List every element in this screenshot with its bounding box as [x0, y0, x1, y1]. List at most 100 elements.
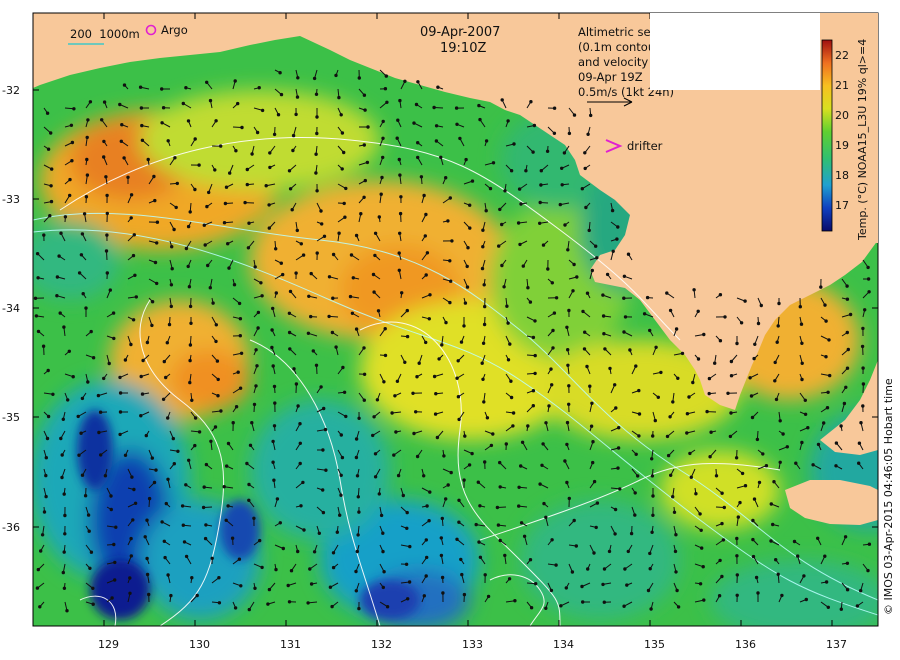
velocity-arrowhead	[566, 363, 570, 367]
velocity-arrowhead	[340, 167, 344, 171]
velocity-arrowhead	[434, 124, 439, 128]
velocity-arrowhead	[129, 554, 134, 558]
velocity-arrowhead	[538, 482, 542, 486]
velocity-arrowhead	[153, 198, 157, 203]
velocity-arrowhead	[702, 598, 706, 602]
velocity-arrowhead	[444, 176, 448, 180]
velocity-arrowhead	[61, 570, 65, 575]
velocity-arrowhead	[800, 440, 804, 445]
velocity-arrowhead	[551, 328, 555, 333]
velocity-arrowhead	[62, 492, 66, 496]
velocity-arrowhead	[271, 460, 275, 464]
velocity-arrowhead	[755, 437, 760, 442]
velocity-arrowhead	[146, 157, 150, 162]
velocity-arrowhead	[470, 179, 475, 183]
velocity-arrowhead	[483, 304, 487, 309]
velocity-arrowhead	[377, 215, 381, 219]
velocity-arrowhead	[867, 290, 871, 294]
velocity-arrowhead	[735, 554, 739, 558]
velocity-arrowhead	[439, 553, 444, 558]
velocity-arrowhead	[190, 576, 194, 580]
velocity-arrowhead	[197, 163, 201, 167]
velocity-arrowhead	[331, 296, 335, 300]
velocity-arrowhead	[287, 169, 292, 173]
velocity-arrowhead	[769, 502, 773, 506]
velocity-arrowhead	[35, 252, 40, 256]
velocity-arrowhead	[252, 402, 257, 407]
velocity-arrowhead	[234, 149, 238, 153]
lon-label: 131	[280, 638, 301, 651]
velocity-arrowhead	[193, 416, 198, 420]
velocity-arrowhead	[827, 338, 831, 342]
velocity-arrowhead	[398, 173, 402, 177]
velocity-arrowhead	[357, 606, 361, 611]
velocity-arrowhead	[80, 232, 85, 236]
velocity-arrowhead	[645, 295, 650, 300]
velocity-arrowhead	[85, 173, 90, 177]
velocity-arrowhead	[188, 380, 192, 385]
velocity-arrowhead	[584, 205, 588, 210]
velocity-arrowhead	[109, 507, 114, 512]
velocity-arrowhead	[255, 364, 259, 368]
velocity-arrowhead	[659, 370, 663, 375]
velocity-arrowhead	[855, 604, 860, 608]
velocity-arrowhead	[526, 424, 530, 428]
velocity-arrowhead	[785, 445, 789, 449]
velocity-arrowhead	[720, 521, 724, 526]
velocity-arrowhead	[637, 412, 642, 416]
velocity-arrowhead	[602, 600, 606, 604]
velocity-arrowhead	[565, 325, 569, 329]
velocity-arrowhead	[751, 537, 755, 542]
velocity-arrowhead	[524, 169, 528, 173]
velocity-arrowhead	[405, 334, 410, 339]
velocity-arrowhead	[440, 575, 445, 580]
velocity-arrowhead	[839, 424, 843, 428]
velocity-arrowhead	[118, 432, 122, 437]
velocity-arrowhead	[634, 452, 638, 456]
velocity-arrowhead	[498, 207, 502, 212]
velocity-arrowhead	[166, 477, 170, 481]
velocity-arrowhead	[301, 480, 305, 485]
velocity-arrowhead	[650, 530, 654, 534]
velocity-arrowhead	[422, 474, 426, 478]
velocity-arrowhead	[509, 169, 514, 173]
velocity-arrowhead	[505, 304, 509, 308]
velocity-arrowhead	[36, 329, 41, 334]
velocity-arrowhead	[550, 538, 554, 542]
velocity-arrowhead	[736, 515, 740, 519]
lat-label: -32	[2, 84, 20, 97]
velocity-arrowhead	[187, 285, 192, 289]
velocity-arrowhead	[107, 361, 111, 366]
velocity-arrowhead	[354, 569, 358, 574]
velocity-arrowhead	[602, 567, 607, 571]
velocity-arrowhead	[44, 456, 48, 460]
velocity-arrowhead	[274, 247, 278, 251]
velocity-arrowhead	[698, 512, 702, 516]
velocity-arrowhead	[587, 228, 591, 233]
velocity-arrowhead	[278, 71, 282, 75]
velocity-arrowhead	[288, 187, 293, 191]
velocity-arrowhead	[301, 253, 306, 257]
velocity-arrowhead	[247, 498, 251, 502]
velocity-arrowhead	[181, 101, 186, 106]
velocity-arrowhead	[238, 334, 243, 338]
velocity-arrowhead	[100, 118, 104, 122]
velocity-arrowhead	[586, 567, 590, 571]
velocity-arrowhead	[735, 536, 739, 541]
velocity-arrowhead	[162, 359, 167, 364]
velocity-arrowhead	[595, 256, 599, 260]
velocity-arrowhead	[845, 297, 850, 301]
velocity-arrowhead	[513, 599, 517, 603]
velocity-arrowhead	[504, 442, 508, 446]
depth-legend: 200 1000m	[70, 27, 140, 41]
velocity-arrowhead	[377, 492, 381, 496]
velocity-arrowhead	[416, 80, 420, 84]
velocity-arrowhead	[405, 308, 409, 313]
velocity-arrowhead	[419, 175, 424, 179]
velocity-arrowhead	[383, 87, 388, 91]
velocity-arrowhead	[129, 536, 133, 541]
velocity-arrowhead	[478, 117, 482, 122]
velocity-arrowhead	[240, 125, 244, 130]
velocity-arrowhead	[362, 372, 367, 376]
velocity-arrowhead	[520, 440, 525, 444]
